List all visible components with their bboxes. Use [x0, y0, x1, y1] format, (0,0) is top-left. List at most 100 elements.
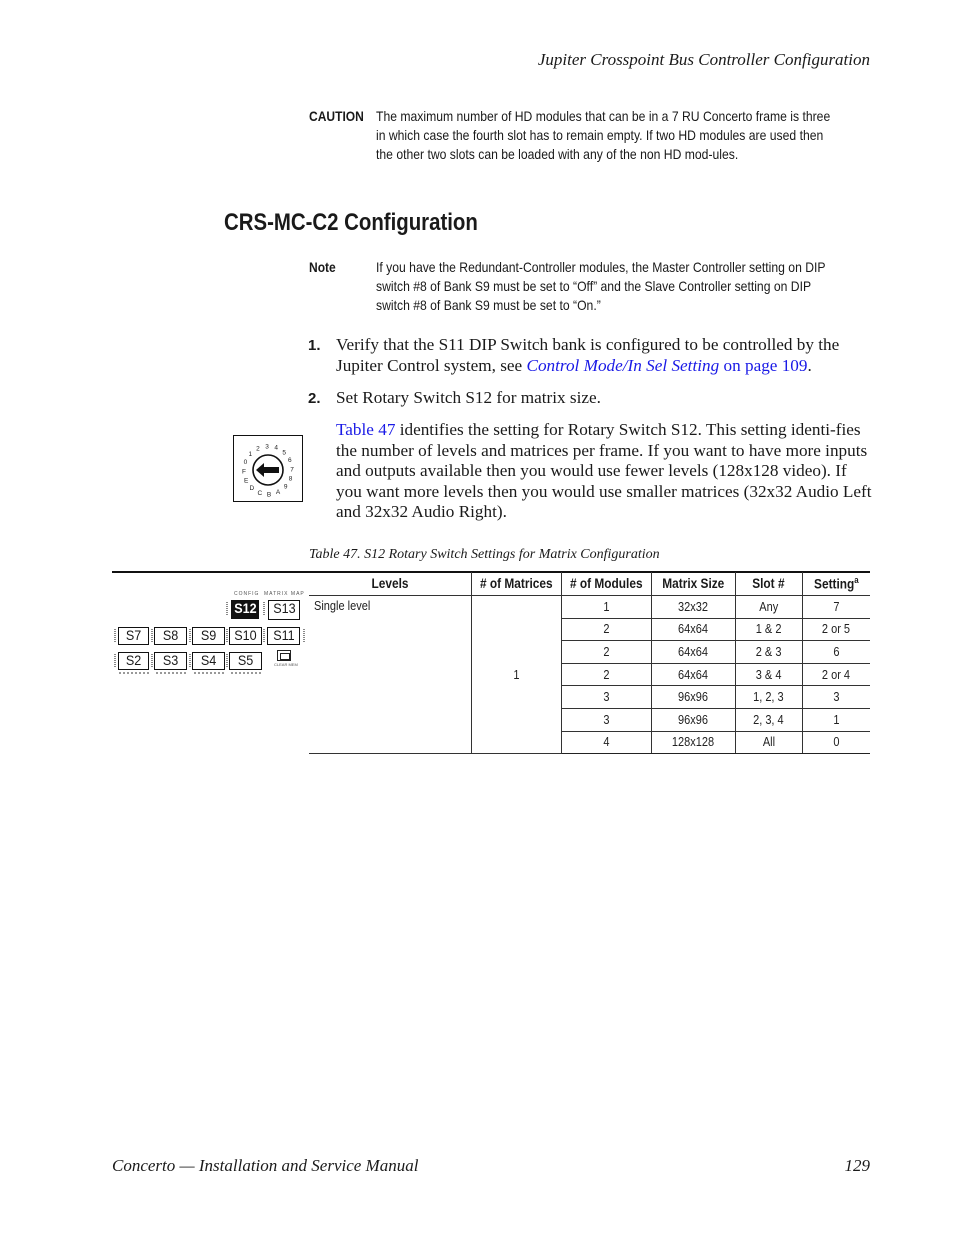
pin-label: [114, 629, 116, 643]
cell-matrix-size: 96x96: [650, 708, 735, 732]
cell-slot: 1, 2, 3: [734, 685, 802, 709]
footer-page-number: 129: [844, 1156, 871, 1175]
switch-s5: S5: [229, 652, 262, 670]
pin-label: [151, 629, 153, 643]
step-1-number: 1.: [308, 337, 321, 354]
cell-setting: 3: [801, 685, 870, 709]
switch-s12: S12: [231, 600, 259, 619]
cell-slot: All: [734, 731, 802, 755]
cell-modules: 2: [560, 640, 651, 664]
cell-setting: 2 or 5: [801, 618, 870, 642]
dial-label: F: [242, 468, 246, 475]
pin-label: [226, 602, 228, 616]
pin-dots: [194, 672, 224, 674]
cross-reference-link[interactable]: Control Mode/In Sel Setting: [526, 356, 719, 375]
cell-slot: 2 & 3: [734, 640, 802, 664]
dial-label: 7: [290, 466, 294, 473]
pin-dots: [231, 672, 261, 674]
rotary-switch-figure: 0123456 7 89ABCDEF: [233, 435, 303, 502]
settings-table: Levels # of Matrices # of Modules Matrix…: [309, 572, 870, 755]
cell-matrices: 1: [470, 595, 561, 755]
running-header: Jupiter Crosspoint Bus Controller Config…: [537, 50, 870, 69]
switch-s2: S2: [118, 652, 149, 670]
cell-modules: 4: [560, 731, 651, 755]
cell-modules: 1: [560, 595, 651, 619]
header-levels: Levels: [309, 572, 471, 596]
cell-setting: 7: [801, 595, 870, 619]
dial-label: C: [257, 490, 262, 497]
cell-matrix-size: 64x64: [650, 640, 735, 664]
cell-matrix-size: 64x64: [650, 663, 735, 687]
pin-label: [226, 654, 228, 668]
switch-s9: S9: [192, 627, 225, 645]
clear-mem-button-icon: [277, 650, 291, 661]
pin-dots: [119, 672, 149, 674]
step-1-period: .: [807, 355, 812, 375]
footer-manual-title: Concerto — Installation and Service Manu…: [112, 1156, 419, 1175]
dial-label: 2: [256, 446, 260, 453]
dial-label: 4: [274, 445, 278, 452]
page-reference-link[interactable]: on page 109: [719, 356, 807, 375]
step-2-text: Set Rotary Switch S12 for matrix size.: [336, 388, 601, 407]
table-intro-text: identifies the setting for Rotary Switch…: [336, 420, 872, 521]
caution-label: CAUTION: [309, 108, 364, 124]
switch-s13: S13: [268, 600, 300, 620]
table-row: Single level 1 1 32x32 Any 7: [309, 595, 870, 755]
section-heading: CRS-MC-C2 Configuration: [224, 209, 478, 236]
matrix-map-label: MATRIX MAP: [264, 591, 305, 597]
cell-modules: 3: [560, 685, 651, 709]
cell-setting: 1: [801, 708, 870, 732]
dial-label: 5: [282, 450, 286, 457]
config-label: CONFIG: [234, 591, 260, 597]
pin-label: [226, 629, 228, 643]
switch-s10: S10: [229, 627, 262, 645]
table-caption: Table 47. S12 Rotary Switch Settings for…: [309, 547, 660, 562]
header-matrices: # of Matrices: [470, 572, 561, 596]
step-1-text: Verify that the S11 DIP Switch bank is c…: [336, 335, 876, 376]
note-label: Note: [309, 259, 336, 275]
table-47-link[interactable]: Table 47: [336, 420, 395, 439]
clear-mem-label: CLEAR MEM: [274, 662, 298, 667]
dial-label: 8: [289, 476, 293, 483]
dial-label: E: [244, 477, 249, 484]
pin-label: [189, 629, 191, 643]
footnote-marker: a: [854, 575, 859, 586]
header-matrix-size: Matrix Size: [650, 572, 735, 596]
cell-slot: 1 & 2: [734, 618, 802, 642]
dial-label: B: [267, 491, 271, 498]
dial-label: 3: [265, 443, 269, 450]
cell-modules: 2: [560, 618, 651, 642]
switch-s3: S3: [154, 652, 187, 670]
pin-label: [263, 602, 265, 616]
pin-label: [151, 654, 153, 668]
step-2-number: 2.: [308, 390, 321, 407]
dial-label: D: [249, 485, 254, 492]
switch-s8: S8: [154, 627, 187, 645]
cell-setting: 2 or 4: [801, 663, 870, 687]
cell-modules: 2: [560, 663, 651, 687]
cell-matrix-size: 32x32: [650, 595, 735, 619]
cell-setting: 6: [801, 640, 870, 664]
cell-setting: 0: [801, 731, 870, 755]
cell-modules: 3: [560, 708, 651, 732]
pin-label: [263, 629, 265, 643]
table-intro-paragraph: Table 47 identifies the setting for Rota…: [336, 420, 876, 523]
dial-label: 0: [244, 459, 248, 466]
cell-slot: 2, 3, 4: [734, 708, 802, 732]
dial-label: 6: [288, 457, 292, 464]
header-modules: # of Modules: [560, 572, 651, 596]
rotary-switch-dial: 012 3 456 7 89ABCDEF: [242, 443, 294, 498]
cell-levels: Single level: [309, 595, 471, 755]
cell-slot: 3 & 4: [734, 663, 802, 687]
note-text: If you have the Redundant-Controller mod…: [376, 259, 826, 313]
caution-text: The maximum number of HD modules that ca…: [376, 108, 831, 162]
switch-s11: S11: [267, 627, 300, 645]
header-setting: Settinga: [801, 572, 870, 596]
pin-label: [189, 654, 191, 668]
table-header-row: Levels # of Matrices # of Modules Matrix…: [309, 572, 870, 596]
cell-matrix-size: 96x96: [650, 685, 735, 709]
pin-label: [114, 654, 116, 668]
dial-label: A: [276, 489, 281, 496]
cell-matrix-size: 128x128: [650, 731, 735, 755]
switch-s7: S7: [118, 627, 149, 645]
